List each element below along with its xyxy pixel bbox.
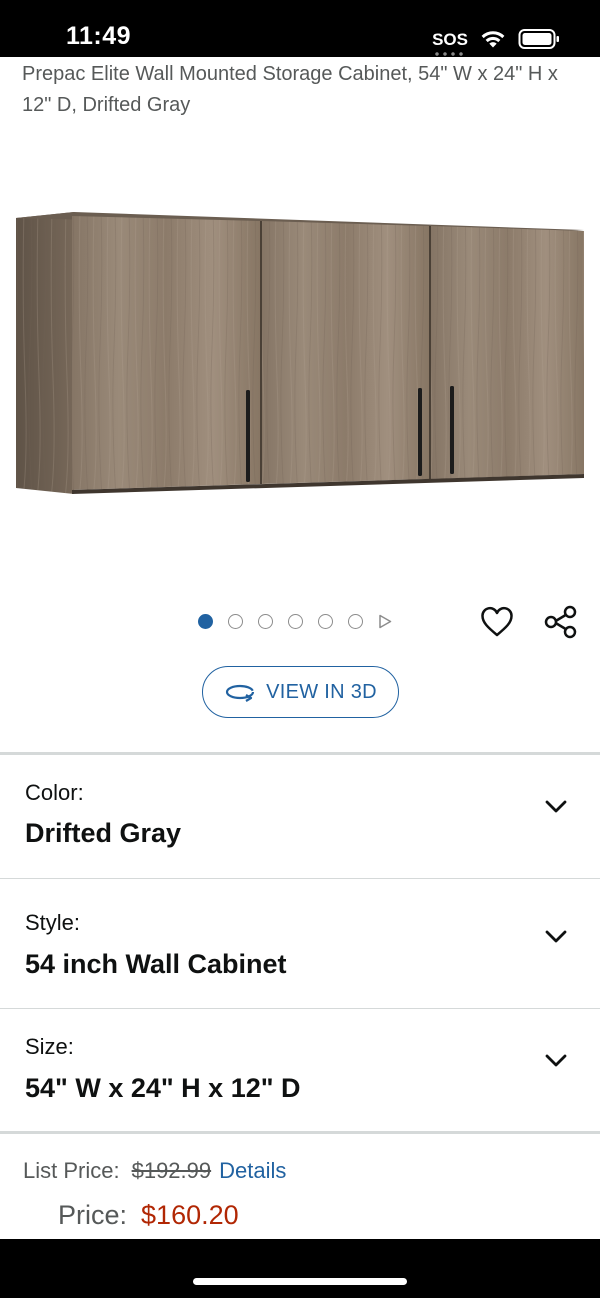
sos-label: SOS [432, 29, 468, 49]
page-dot-6[interactable] [348, 614, 363, 629]
heart-icon[interactable] [480, 606, 514, 638]
size-value: 54" W x 24" H x 12" D [25, 1073, 301, 1103]
status-bar: 11:49 SOS [0, 0, 600, 57]
color-value: Drifted Gray [25, 818, 182, 848]
page-dot-4[interactable] [288, 614, 303, 629]
share-icon[interactable] [543, 604, 579, 640]
variation-color[interactable]: Color: Drifted Gray [0, 756, 600, 884]
video-play-icon[interactable] [378, 614, 392, 629]
list-price-row: List Price: $192.99 Details [23, 1158, 286, 1184]
style-value: 54 inch Wall Cabinet [25, 949, 287, 979]
list-price-value: $192.99 [131, 1158, 212, 1183]
page-dot-2[interactable] [228, 614, 243, 629]
price-row: Price: $160.20 [58, 1200, 239, 1231]
chevron-down-icon[interactable] [543, 929, 569, 945]
chevron-down-icon[interactable] [543, 1053, 569, 1069]
color-label: Color: [25, 780, 84, 805]
view-in-3d-button[interactable]: VIEW IN 3D [202, 666, 399, 718]
view-in-3d-label: VIEW IN 3D [266, 680, 377, 703]
details-link[interactable]: Details [219, 1158, 286, 1184]
page-dot-1[interactable] [198, 614, 213, 629]
wifi-icon [481, 31, 505, 48]
product-title[interactable]: Prepac Elite Wall Mounted Storage Cabine… [22, 59, 572, 121]
product-image[interactable] [14, 208, 586, 498]
variation-size[interactable]: Size: 54" W x 24" H x 12" D [0, 1009, 600, 1137]
price-value: $160.20 [141, 1200, 239, 1230]
price-label: Price: [58, 1200, 128, 1230]
section-divider [0, 752, 600, 755]
rotate-3d-icon [225, 684, 255, 702]
list-price-label: List Price: [23, 1158, 120, 1183]
status-icons: SOS [432, 26, 560, 56]
section-divider [0, 1131, 600, 1134]
battery-icon [518, 29, 559, 49]
page-dot-5[interactable] [318, 614, 333, 629]
style-label: Style: [25, 910, 81, 935]
bottom-bar [0, 1239, 600, 1298]
home-indicator[interactable] [193, 1278, 407, 1285]
page-dot-3[interactable] [258, 614, 273, 629]
cellular-sos-icon: SOS [432, 29, 468, 56]
size-label: Size: [25, 1034, 74, 1059]
variation-style[interactable]: Style: 54 inch Wall Cabinet [0, 879, 600, 1007]
status-time: 11:49 [66, 22, 132, 50]
chevron-down-icon[interactable] [543, 799, 569, 815]
image-pagination [198, 614, 392, 629]
